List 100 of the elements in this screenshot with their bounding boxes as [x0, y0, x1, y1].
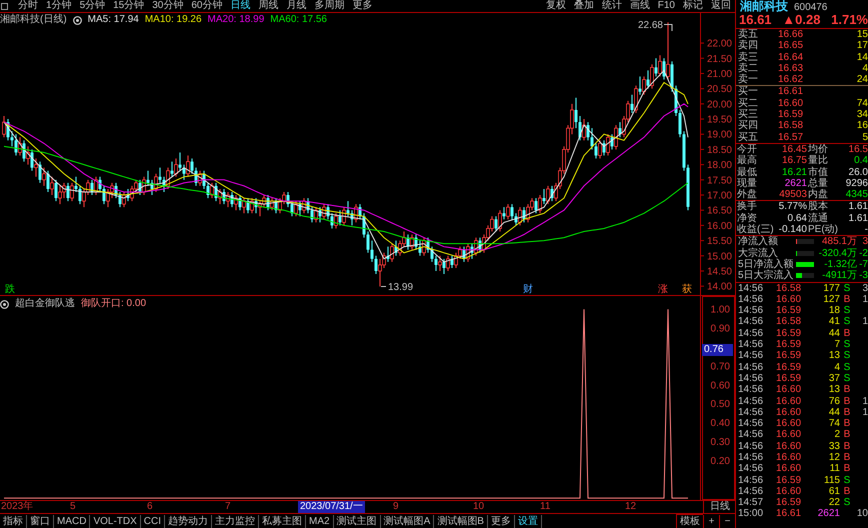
template-button[interactable]: 模板: [676, 514, 703, 528]
indicator-tab[interactable]: 私募主图: [259, 514, 306, 528]
stat-label: 收益(三): [737, 224, 775, 236]
period-tab[interactable]: 15分钟: [109, 0, 148, 12]
trade-side: B: [842, 463, 852, 475]
candlestick: [54, 179, 58, 202]
candlestick: [174, 158, 178, 178]
box-icon[interactable]: [1, 2, 8, 10]
indicator-tab[interactable]: VOL-TDX: [90, 514, 141, 528]
zoom-out-button[interactable]: −: [719, 514, 735, 528]
order-level-label: 买五: [738, 132, 759, 143]
trade-side: B: [842, 384, 852, 396]
chart-title: 湘邮科技(日线): [0, 14, 67, 26]
tick-time: 14:56: [738, 350, 764, 362]
indicator-tab[interactable]: 指标: [0, 514, 27, 528]
flow-label: 5日净流入额: [738, 258, 795, 270]
stock-name: 湘邮科技: [740, 0, 788, 12]
leader-line: [380, 286, 386, 287]
tick-volume: 61: [828, 486, 840, 498]
trade-side: S: [842, 497, 852, 508]
cursor-date-label: 2023/07/31/一: [298, 501, 365, 513]
flow-value: -1.32亿: [823, 258, 857, 270]
stat-value: 1.61: [848, 212, 868, 224]
tick-time: 14:56: [738, 406, 764, 418]
tick-volume: 2621: [816, 508, 840, 520]
toolbar-button[interactable]: 叠加: [570, 0, 598, 12]
toolbar-button[interactable]: 标记: [679, 0, 707, 12]
indicator-tab[interactable]: 测试幅图A: [380, 514, 434, 528]
candlestick: [186, 155, 190, 178]
indicator-tick-label: 0.40: [710, 418, 730, 430]
tick-price: 16.60: [776, 440, 802, 452]
tick-volume: 127: [822, 294, 840, 306]
period-tab[interactable]: 日线: [226, 0, 254, 12]
order-volume: 15: [856, 29, 868, 40]
order-level-label: 买三: [738, 109, 759, 120]
signal-marker: 财: [523, 284, 533, 295]
toolbar-button[interactable]: 复权: [542, 0, 570, 12]
candlestick: [538, 194, 542, 214]
period-tab[interactable]: 30分钟: [148, 0, 188, 12]
candlestick: [582, 118, 586, 141]
period-tab[interactable]: 月线: [282, 0, 310, 12]
candlestick: [654, 58, 658, 78]
toolbar-button[interactable]: 返回: [707, 0, 735, 12]
order-price: 16.63: [778, 62, 804, 74]
period-tab[interactable]: 5分钟: [76, 0, 110, 12]
order-volume: 74: [856, 98, 868, 110]
candlestick: [34, 158, 38, 178]
order-price: 16.57: [778, 132, 804, 143]
toolbar-button[interactable]: F10: [654, 0, 679, 12]
order-price: 16.64: [778, 52, 804, 63]
toolbar-button[interactable]: 画线: [626, 0, 654, 12]
stat-label: 外盘: [737, 189, 758, 200]
price-tick-label: 18.50: [706, 144, 732, 156]
order-level-label: 买二: [738, 98, 759, 109]
indicator-tab[interactable]: MA2: [306, 514, 334, 528]
candlestick: [374, 255, 378, 275]
indicator-tab[interactable]: CCI: [140, 514, 166, 528]
candlestick: [178, 152, 182, 172]
flow-label: 大宗流入: [738, 248, 778, 259]
order-price: 16.58: [778, 120, 804, 132]
period-tab[interactable]: 1分钟: [42, 0, 76, 12]
circle-icon[interactable]: [72, 16, 82, 24]
period-tab[interactable]: 多周期: [310, 0, 348, 12]
indicator-tab[interactable]: 主力监控: [212, 514, 260, 528]
period-tab[interactable]: 分时: [14, 0, 42, 12]
indicator-tab[interactable]: 趋势动力: [165, 514, 212, 528]
tick-price: 16.59: [776, 350, 802, 362]
date-label: 9: [393, 501, 399, 513]
order-price: 16.59: [778, 109, 804, 120]
tick-volume: 33: [828, 440, 840, 452]
candlestick: [78, 185, 82, 205]
order-volume: 5: [861, 132, 868, 143]
candlestick: [366, 230, 370, 254]
indicator-tab[interactable]: 测试主图: [334, 514, 381, 528]
circle-icon[interactable]: [0, 300, 9, 308]
indicator-tab[interactable]: 测试幅图B: [434, 514, 488, 528]
indicator-tab[interactable]: 设置: [514, 514, 542, 528]
price-tick-label: 15.50: [706, 236, 732, 248]
price-tick-label: 20.00: [706, 99, 732, 110]
order-volume: 17: [856, 40, 868, 52]
order-volume: 14: [856, 52, 868, 63]
period-tab[interactable]: 更多: [348, 0, 376, 12]
period-tab[interactable]: 周线: [254, 0, 282, 12]
tick-price: 16.59: [776, 474, 802, 486]
tick-price: 16.59: [776, 339, 802, 350]
tick-volume: 13: [828, 384, 840, 396]
flow-value: 3: [861, 236, 868, 248]
tick-time: 14:56: [738, 316, 764, 328]
candlestick: [546, 185, 550, 205]
price-tick-label: 14.00: [706, 282, 732, 293]
candlestick: [606, 134, 610, 156]
period-tab[interactable]: 60分钟: [187, 0, 226, 12]
indicator-tab[interactable]: 更多: [488, 514, 515, 528]
indicator-tab[interactable]: MACD: [54, 514, 90, 528]
indicator-tab[interactable]: 窗口: [27, 514, 54, 528]
tick-time: 14:56: [738, 328, 764, 340]
candlestick: [46, 170, 50, 192]
zoom-in-button[interactable]: +: [703, 514, 719, 528]
tick-price: 16.59: [776, 372, 802, 384]
candlestick: [598, 140, 602, 160]
